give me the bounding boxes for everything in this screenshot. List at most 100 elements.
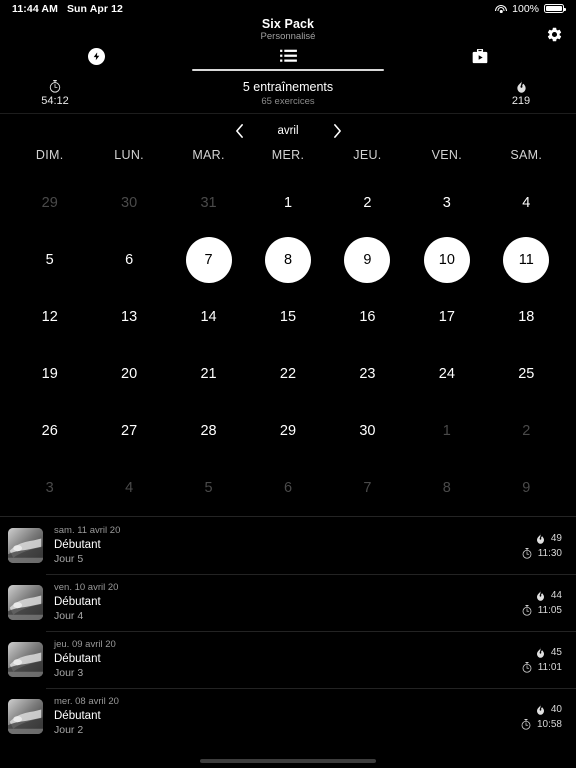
calendar-day-header: DIM. xyxy=(35,148,64,162)
calendar-day-number: 22 xyxy=(279,365,297,382)
calendar-day-cell[interactable]: 27 xyxy=(89,402,168,459)
stat-exercises-label: 65 exercices xyxy=(261,96,315,107)
calendar-day-cell[interactable]: 20 xyxy=(89,345,168,402)
history-row-day: Jour 4 xyxy=(54,610,84,623)
stat-duration-value: 54:12 xyxy=(41,95,69,107)
calendar-day-cell[interactable]: 2 xyxy=(328,174,407,231)
app-root: 11:44 AM Sun Apr 12 100% Six Pack Person… xyxy=(0,0,576,768)
calendar-day-cell[interactable]: 12 xyxy=(10,288,89,345)
tab-workouts[interactable] xyxy=(0,45,192,74)
tab-media-glyph xyxy=(472,45,488,67)
calendar-day-cell[interactable]: 15 xyxy=(248,288,327,345)
workout-history-list[interactable]: sam. 11 avril 20 Débutant Jour 5 49 11:30 ve… xyxy=(0,516,576,768)
calendar-day-cell[interactable]: 6 xyxy=(89,231,168,288)
calendar-day-cell[interactable]: 24 xyxy=(407,345,486,402)
calendar-day-cell[interactable]: 7 xyxy=(169,231,248,288)
calendar-day-number: 12 xyxy=(41,308,58,325)
history-row-duration: 11:05 xyxy=(522,604,562,616)
stat-calories-value: 219 xyxy=(511,95,531,107)
calendar-day-number: 2 xyxy=(522,422,531,439)
history-row-metrics: 44 11:05 xyxy=(522,589,562,616)
briefcase-play-icon xyxy=(472,48,488,63)
calendar-day-cell[interactable]: 30 xyxy=(89,174,168,231)
calendar-day-cell[interactable]: 23 xyxy=(328,345,407,402)
history-row-duration-value: 11:01 xyxy=(537,661,562,673)
month-label: avril xyxy=(277,125,299,137)
calendar-day-number: 27 xyxy=(121,422,138,439)
history-row[interactable]: mer. 08 avril 20 Débutant Jour 2 40 10:58 xyxy=(0,688,576,745)
calendar-day-cell[interactable]: 29 xyxy=(248,402,327,459)
calendar-day-cell[interactable]: 28 xyxy=(169,402,248,459)
tab-workouts-glyph xyxy=(87,45,105,67)
calendar-day-number: 3 xyxy=(45,479,54,496)
calendar-day-cell[interactable]: 9 xyxy=(487,459,566,516)
calendar-day-cell[interactable]: 14 xyxy=(169,288,248,345)
tab-media[interactable] xyxy=(384,45,576,74)
flame-icon xyxy=(535,589,546,601)
history-row-day: Jour 2 xyxy=(54,724,84,737)
flame-icon xyxy=(535,532,546,544)
next-month-button[interactable] xyxy=(330,123,344,139)
calendar-day-cell[interactable]: 9 xyxy=(328,231,407,288)
history-row[interactable]: ven. 10 avril 20 Débutant Jour 4 44 11:05 xyxy=(0,574,576,631)
exercise-thumbnail xyxy=(8,699,43,734)
prev-month-button[interactable] xyxy=(232,123,246,139)
calendar-day-cell[interactable]: 7 xyxy=(328,459,407,516)
calendar-day-number: 5 xyxy=(45,251,54,268)
calendar-day-cell[interactable]: 18 xyxy=(487,288,566,345)
calendar-day-selected: 9 xyxy=(344,236,391,283)
calendar-day-cell[interactable]: 5 xyxy=(169,459,248,516)
calendar-day-cell[interactable]: 3 xyxy=(10,459,89,516)
exercise-thumbnail xyxy=(8,528,43,563)
calendar-day-cell[interactable]: 1 xyxy=(248,174,327,231)
calendar-day-number: 18 xyxy=(518,308,535,325)
calendar-day-cell[interactable]: 3 xyxy=(407,174,486,231)
calendar-day-cell[interactable]: 30 xyxy=(328,402,407,459)
calendar-day-cell[interactable]: 8 xyxy=(248,231,327,288)
calendar-day-cell[interactable]: 4 xyxy=(89,459,168,516)
calendar-day-cell[interactable]: 1 xyxy=(407,402,486,459)
calendar-day-cell[interactable]: 25 xyxy=(487,345,566,402)
calendar-day-cell[interactable]: 19 xyxy=(10,345,89,402)
settings-button[interactable] xyxy=(542,22,566,46)
calendar-day-number: 6 xyxy=(283,479,293,496)
calendar-day-number: 17 xyxy=(438,308,455,325)
calendar-day-cell[interactable]: 21 xyxy=(169,345,248,402)
calendar-day-header: MAR. xyxy=(192,148,225,162)
calendar-day-cell[interactable]: 17 xyxy=(407,288,486,345)
history-row-info: ven. 10 avril 20 Débutant Jour 4 xyxy=(54,582,522,623)
history-row[interactable]: sam. 11 avril 20 Débutant Jour 5 49 11:30 xyxy=(0,517,576,574)
calendar-day-cell[interactable]: 2 xyxy=(487,402,566,459)
calendar-day-cell[interactable]: 13 xyxy=(89,288,168,345)
calendar-day-number: 23 xyxy=(359,365,376,382)
tab-list[interactable] xyxy=(192,45,384,74)
status-bar-left: 11:44 AM Sun Apr 12 xyxy=(12,3,123,15)
calendar-day-cell[interactable]: 11 xyxy=(487,231,566,288)
calendar-day-selected: 8 xyxy=(264,236,311,283)
wifi-icon xyxy=(495,4,508,13)
calendar-day-cell[interactable]: 10 xyxy=(407,231,486,288)
calendar-day-number: 16 xyxy=(359,308,376,325)
gear-icon xyxy=(547,27,561,41)
calendar-day-number: 30 xyxy=(359,422,376,439)
flame-icon xyxy=(516,80,527,93)
calendar-day-number: 14 xyxy=(200,308,217,325)
history-row-calories: 49 xyxy=(535,532,562,544)
calendar-day-number: 5 xyxy=(204,479,213,496)
calendar-day-cell[interactable]: 29 xyxy=(10,174,89,231)
status-bar-time: 11:44 AM xyxy=(12,2,58,15)
history-row[interactable]: jeu. 09 avril 20 Débutant Jour 3 45 11:01 xyxy=(0,631,576,688)
calendar-day-cell[interactable]: 6 xyxy=(248,459,327,516)
calendar-day-cell[interactable]: 5 xyxy=(10,231,89,288)
calendar-day-cell[interactable]: 26 xyxy=(10,402,89,459)
calendar-day-cell[interactable]: 4 xyxy=(487,174,566,231)
calendar-day-cell[interactable]: 22 xyxy=(248,345,327,402)
history-row-day: Jour 3 xyxy=(54,667,84,680)
history-row-calories-value: 44 xyxy=(550,589,562,601)
stat-calories: 219 xyxy=(466,80,576,107)
history-row-info: jeu. 09 avril 20 Débutant Jour 3 xyxy=(54,639,522,680)
calendar-day-cell[interactable]: 16 xyxy=(328,288,407,345)
calendar-day-number: 31 xyxy=(200,194,217,211)
calendar-day-cell[interactable]: 31 xyxy=(169,174,248,231)
calendar-day-cell[interactable]: 8 xyxy=(407,459,486,516)
